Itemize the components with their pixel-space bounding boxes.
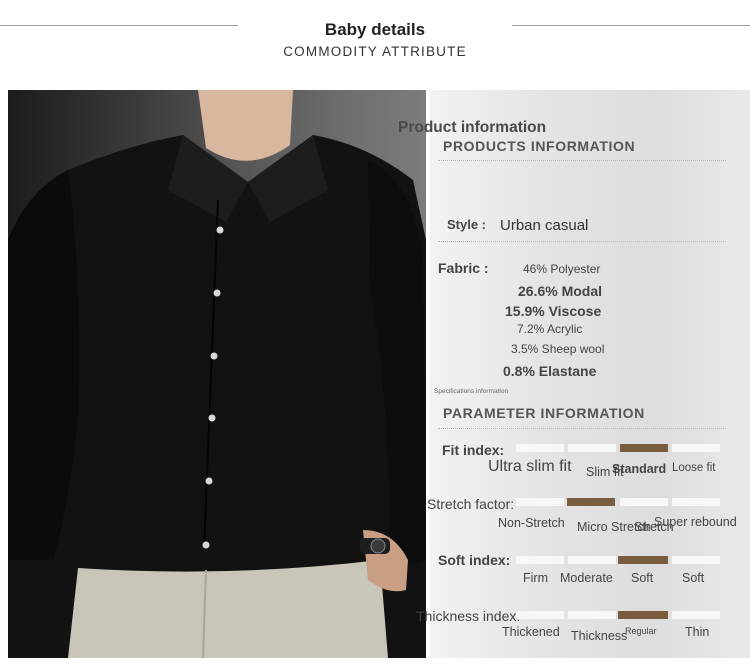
fit-option-selected: Standard bbox=[612, 462, 667, 476]
fabric-item: 15.9% Viscose bbox=[505, 303, 602, 319]
soft-bar-2 bbox=[568, 556, 616, 564]
section-subtitle: COMMODITY ATTRIBUTE bbox=[283, 44, 467, 59]
thickness-option: Thickened bbox=[502, 625, 560, 639]
stretch-bar-4 bbox=[672, 498, 720, 506]
model-neck bbox=[198, 90, 293, 161]
thickness-bar-3 bbox=[618, 611, 668, 619]
stretch-bar-1 bbox=[516, 498, 564, 506]
product-info-heading-en: PRODUCTS INFORMATION bbox=[443, 138, 636, 154]
parameter-heading: Specifications information bbox=[434, 388, 509, 395]
fit-bar-3 bbox=[620, 444, 668, 452]
fabric-item: 3.5% Sheep wool bbox=[511, 342, 605, 356]
product-info-heading: Product information bbox=[398, 119, 547, 136]
parameter-heading-en: PARAMETER INFORMATION bbox=[443, 405, 645, 421]
soft-option-selected: Soft bbox=[631, 571, 654, 585]
soft-option: Moderate bbox=[560, 571, 613, 585]
product-photo bbox=[8, 90, 426, 658]
divider bbox=[438, 160, 726, 161]
stretch-bar-2 bbox=[567, 498, 615, 506]
fit-option: Loose fit bbox=[672, 462, 716, 474]
fit-option: Ultra slim fit bbox=[488, 458, 572, 475]
divider bbox=[438, 241, 726, 242]
fabric-item: 7.2% Acrylic bbox=[517, 322, 583, 336]
style-label: Style : bbox=[447, 217, 487, 232]
thickness-option: Thin bbox=[685, 625, 710, 639]
section-title: Baby details bbox=[324, 20, 426, 39]
stretch-option: Super rebound bbox=[654, 515, 737, 529]
soft-bar-4 bbox=[672, 556, 720, 564]
fit-bar-1 bbox=[516, 444, 564, 452]
divider bbox=[438, 428, 726, 429]
fabric-item: 26.6% Modal bbox=[518, 283, 603, 299]
soft-bar-1 bbox=[516, 556, 564, 564]
soft-option: Soft bbox=[682, 571, 705, 585]
thickness-option-selected: Regular bbox=[625, 626, 657, 636]
soft-index-label: Soft index: bbox=[438, 552, 511, 568]
fit-bar-2 bbox=[568, 444, 616, 452]
thickness-bar-4 bbox=[672, 611, 720, 619]
soft-option: Firm bbox=[523, 571, 548, 585]
stretch-bar-3 bbox=[620, 498, 668, 506]
thickness-bar-2 bbox=[568, 611, 616, 619]
pants bbox=[68, 560, 388, 658]
stretch-option: Non-Stretch bbox=[498, 516, 565, 530]
fabric-item: 46% Polyester bbox=[523, 262, 601, 276]
thickness-option: Thickness bbox=[571, 629, 628, 643]
fabric-item: 0.8% Elastane bbox=[503, 363, 597, 379]
fit-index-label: Fit index: bbox=[442, 442, 505, 458]
style-value: Urban casual bbox=[500, 217, 589, 234]
fabric-label: Fabric : bbox=[438, 260, 489, 276]
stretch-factor-label: Stretch factor: bbox=[427, 496, 515, 512]
thickness-bar-1 bbox=[516, 611, 564, 619]
fit-bar-4 bbox=[672, 444, 720, 452]
thickness-index-label: Thickness index: bbox=[416, 608, 521, 624]
soft-bar-3 bbox=[618, 556, 668, 564]
